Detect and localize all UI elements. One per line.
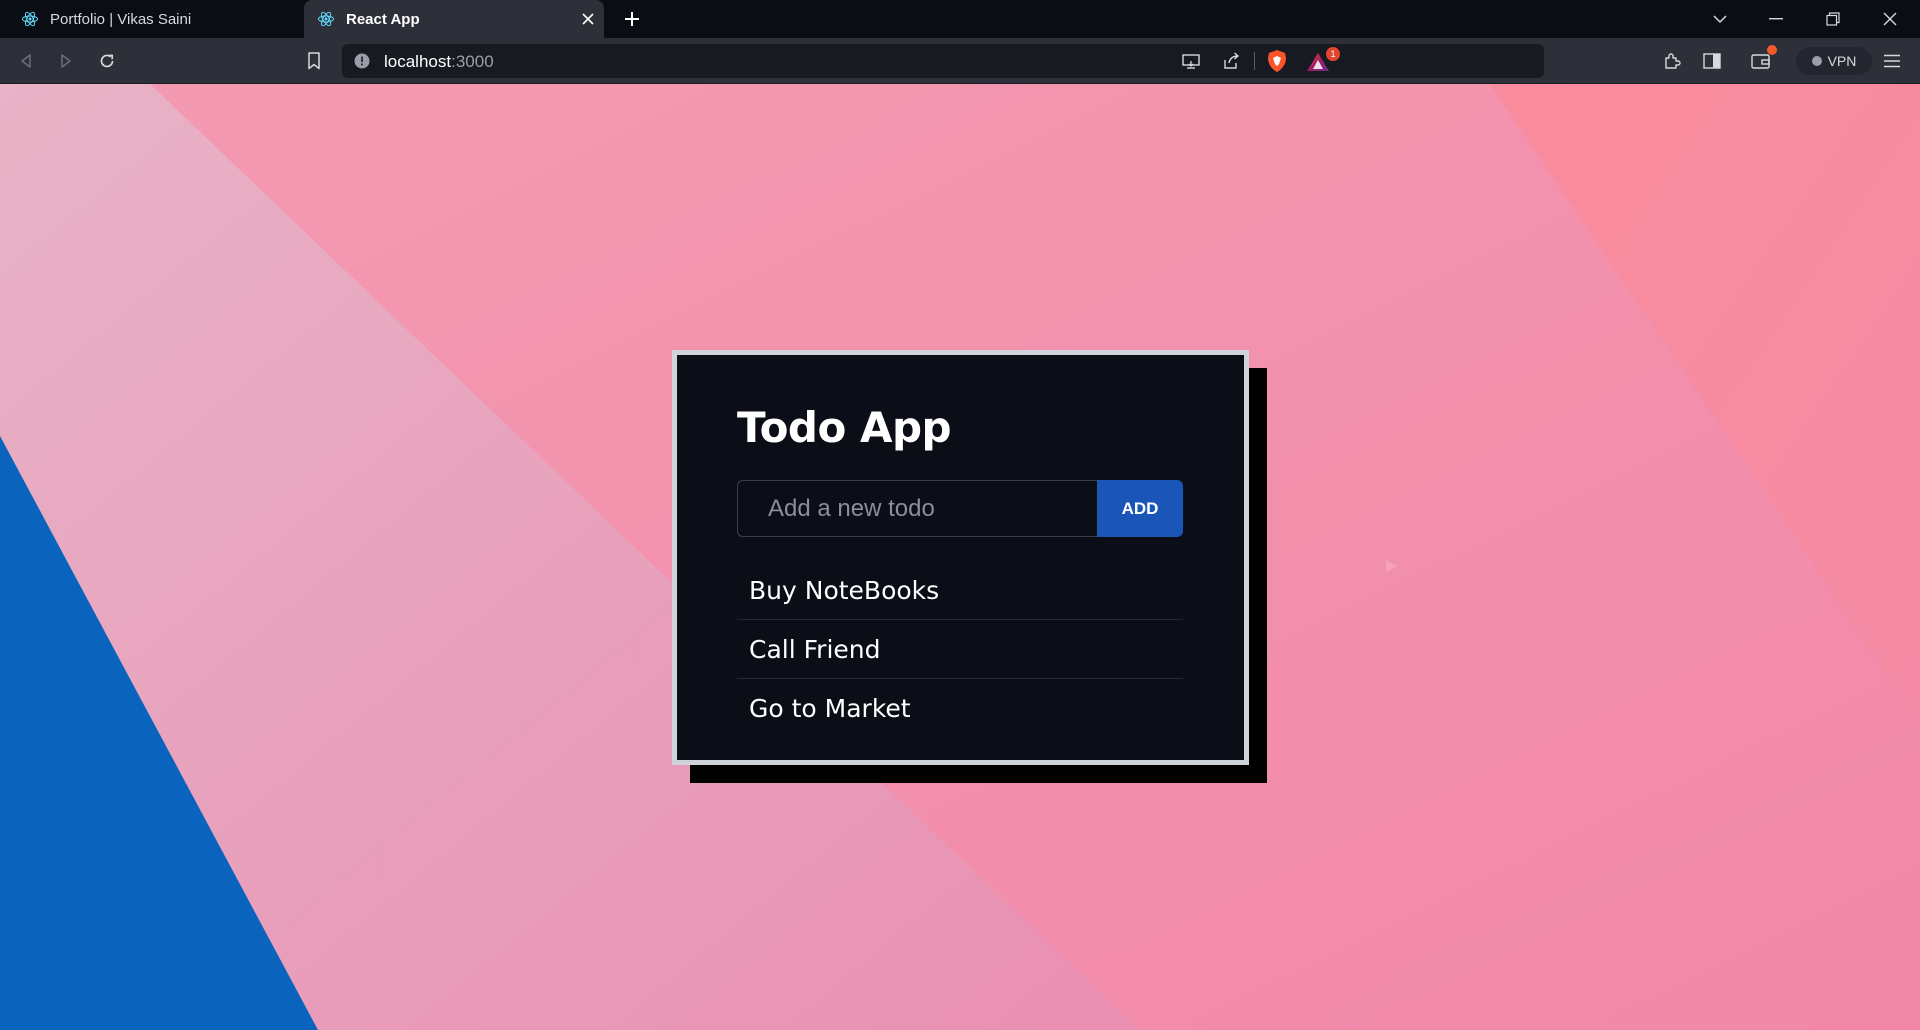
vpn-status-icon [1811,56,1822,66]
tab-strip: Portfolio | Vikas Saini React App [0,0,1920,38]
todo-card: Todo App ADD Buy NoteBooks Call Friend G… [672,350,1249,765]
minimize-icon[interactable] [1756,0,1796,38]
wallet-icon[interactable] [1747,45,1777,75]
tab-search-chevron-icon[interactable] [1700,0,1740,38]
tab-react-app[interactable]: React App [304,0,604,38]
cast-icon[interactable] [1178,49,1204,73]
vpn-button[interactable]: VPN [1796,47,1872,75]
new-todo-input[interactable] [737,480,1097,537]
toolbar-divider [1254,52,1255,70]
tab-title: React App [346,10,420,28]
close-window-icon[interactable] [1870,0,1910,38]
todo-list: Buy NoteBooks Call Friend Go to Market [737,561,1183,738]
vpn-label: VPN [1827,53,1857,69]
tab-title: Portfolio | Vikas Saini [50,10,192,28]
todo-item[interactable]: Call Friend [737,620,1183,679]
todo-item[interactable]: Buy NoteBooks [737,561,1183,620]
back-icon[interactable] [12,47,40,75]
page-viewport: ▶ Todo App ADD Buy NoteBooks Call Friend… [0,84,1920,1030]
site-info-icon[interactable] [354,53,370,69]
restore-icon[interactable] [1813,0,1853,38]
close-tab-icon[interactable] [578,9,598,29]
url-text[interactable]: localhost:3000 [384,52,494,72]
extensions-icon[interactable] [1658,47,1686,75]
bookmark-icon[interactable] [300,47,328,75]
react-icon [20,9,40,29]
tab-portfolio[interactable]: Portfolio | Vikas Saini [0,0,302,38]
rewards-badge: 1 [1326,47,1340,61]
browser-toolbar: localhost:3000 1 VPN [0,38,1920,84]
todo-item[interactable]: Go to Market [737,679,1183,738]
share-icon[interactable] [1218,49,1244,73]
brave-rewards-icon[interactable]: 1 [1306,47,1340,74]
reload-icon[interactable] [93,47,121,75]
new-tab-icon[interactable] [620,7,644,31]
sidebar-icon[interactable] [1698,47,1726,75]
faint-watermark: ▶ [1386,557,1398,574]
wallet-notification-dot [1767,45,1777,55]
forward-icon[interactable] [52,47,80,75]
menu-icon[interactable] [1878,47,1906,75]
page-title: Todo App [737,403,952,452]
brave-shields-icon[interactable] [1264,48,1290,74]
address-bar[interactable]: localhost:3000 1 [342,44,1544,78]
add-todo-button[interactable]: ADD [1097,480,1183,537]
react-icon [316,9,336,29]
